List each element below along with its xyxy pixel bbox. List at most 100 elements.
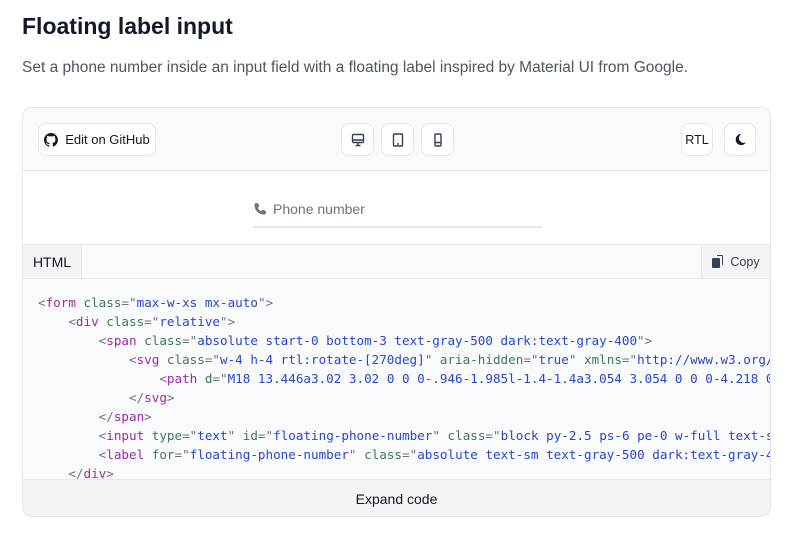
code-token-tag: path — [166, 371, 198, 386]
code-token-str: M18 13.446a3.02 3.02 0 0 0-.946-1.985l-1… — [227, 371, 770, 386]
tablet-view-button[interactable] — [381, 123, 414, 156]
code-token-p: =" — [485, 428, 501, 443]
code-token-tag: div — [75, 314, 99, 329]
code-token-str: floating-phone-number — [273, 428, 433, 443]
code-token-str: absolute text-sm text-gray-500 dark:text… — [417, 447, 770, 462]
code-token-p: < — [38, 314, 76, 329]
code-token-p: </ — [38, 409, 114, 424]
code-token-tag: form — [45, 295, 76, 310]
code-token-p: > — [144, 409, 152, 424]
code-token-p: =" — [257, 428, 274, 443]
code-token-tag: span — [106, 333, 137, 348]
code-token-p: =" — [402, 447, 418, 462]
code-token-p: =" — [621, 352, 638, 367]
code-token-str: text — [197, 428, 228, 443]
code-line: <span class="absolute start-0 bottom-3 t… — [38, 331, 770, 350]
code-token-p: =" — [182, 428, 198, 443]
code-token-tag: div — [83, 466, 107, 479]
code-token-str: floating-phone-number — [189, 447, 349, 462]
mobile-icon — [433, 132, 442, 147]
code-token-p: =" — [144, 314, 160, 329]
moon-icon — [735, 133, 746, 146]
code-token-attr: class — [356, 447, 403, 462]
code-block: <form class="max-w-xs mx-auto"> <div cla… — [23, 279, 770, 479]
code-token-p: < — [38, 371, 167, 386]
code-token-attr: class — [75, 295, 122, 310]
code-line: <form class="max-w-xs mx-auto"> — [38, 293, 770, 312]
code-token-attr: id — [235, 428, 258, 443]
clipboard-icon — [712, 255, 724, 268]
code-token-tag: svg — [136, 352, 160, 367]
code-token-p: "> — [637, 333, 653, 348]
code-token-attr: class — [136, 333, 183, 348]
code-token-p: < — [38, 352, 137, 367]
code-token-str: true — [538, 352, 569, 367]
github-icon — [44, 132, 59, 147]
tab-html[interactable]: HTML — [23, 245, 82, 278]
code-token-attr: type — [144, 428, 183, 443]
code-tabs: HTML Copy — [23, 245, 770, 279]
preview-area: Phone number — [23, 171, 770, 245]
copy-button[interactable]: Copy — [701, 245, 770, 278]
code-token-p: =" — [523, 352, 539, 367]
phone-number-input[interactable]: Phone number — [253, 191, 542, 228]
code-token-p: =" — [121, 295, 137, 310]
code-token-attr: xmlns — [576, 352, 622, 367]
code-line: </div> — [38, 464, 770, 479]
desktop-icon — [351, 133, 364, 146]
desktop-view-button[interactable] — [341, 123, 374, 156]
code-line: <div class="relative"> — [38, 312, 770, 331]
code-token-p: </ — [38, 466, 84, 479]
page-title: Floating label input — [22, 13, 233, 39]
toolbar: Edit on GitHub RTL — [23, 108, 770, 171]
code-token-p: > — [166, 390, 175, 405]
code-token-p: =" — [212, 371, 228, 386]
page-subtitle: Set a phone number inside an input field… — [22, 59, 689, 76]
code-token-str: relative — [159, 314, 221, 329]
code-line: <path d="M18 13.446a3.02 3.02 0 0 0-.946… — [38, 369, 770, 388]
code-line: </svg> — [38, 388, 770, 407]
code-token-attr: class — [98, 314, 145, 329]
tablet-icon — [392, 132, 403, 147]
code-token-p: " — [432, 428, 440, 443]
code-token-str: w-4 h-4 rtl:rotate-[270deg] — [220, 352, 425, 367]
mobile-view-button[interactable] — [421, 123, 454, 156]
code-token-p: " — [348, 447, 357, 462]
code-token-attr: d — [197, 371, 213, 386]
code-token-p: < — [38, 295, 46, 310]
code-token-attr: for — [144, 447, 175, 462]
code-token-attr: class — [439, 428, 486, 443]
code-token-tag: input — [106, 428, 145, 443]
code-token-str: absolute start-0 bottom-3 text-gray-500 … — [197, 333, 638, 348]
rtl-toggle-button[interactable]: RTL — [681, 123, 713, 156]
rtl-label: RTL — [685, 132, 709, 147]
expand-code-button[interactable]: Expand code — [23, 479, 770, 516]
github-label: Edit on GitHub — [65, 132, 150, 147]
code-token-p: < — [38, 333, 107, 348]
code-line: <svg class="w-4 h-4 rtl:rotate-[270deg]"… — [38, 350, 770, 369]
copy-label: Copy — [730, 254, 760, 269]
code-token-str: max-w-xs mx-auto — [136, 295, 258, 310]
code-token-p: =" — [182, 333, 198, 348]
edit-on-github-button[interactable]: Edit on GitHub — [38, 123, 156, 156]
code-token-tag: label — [106, 447, 145, 462]
code-token-attr: class — [159, 352, 205, 367]
code-token-p: > — [106, 466, 114, 479]
code-token-p: =" — [204, 352, 220, 367]
code-token-tag: svg — [144, 390, 167, 405]
code-token-p: "> — [220, 314, 236, 329]
code-line: <label for="floating-phone-number" class… — [38, 445, 770, 464]
code-token-attr: aria-hidden — [432, 352, 524, 367]
code-token-tag: span — [113, 409, 145, 424]
code-token-p: =" — [174, 447, 190, 462]
code-line: </span> — [38, 407, 770, 426]
code-token-p: "> — [257, 295, 274, 310]
code-token-str: http://www.w3.org/2000/svg — [637, 352, 770, 367]
code-token-p: </ — [38, 390, 145, 405]
example-card: Edit on GitHub RTL Phone number HTML Cop… — [22, 107, 771, 517]
phone-icon — [254, 202, 266, 214]
phone-number-label: Phone number — [273, 200, 365, 217]
code-line: <input type="text" id="floating-phone-nu… — [38, 426, 770, 445]
code-token-p: < — [38, 428, 107, 443]
dark-mode-button[interactable] — [724, 123, 756, 156]
